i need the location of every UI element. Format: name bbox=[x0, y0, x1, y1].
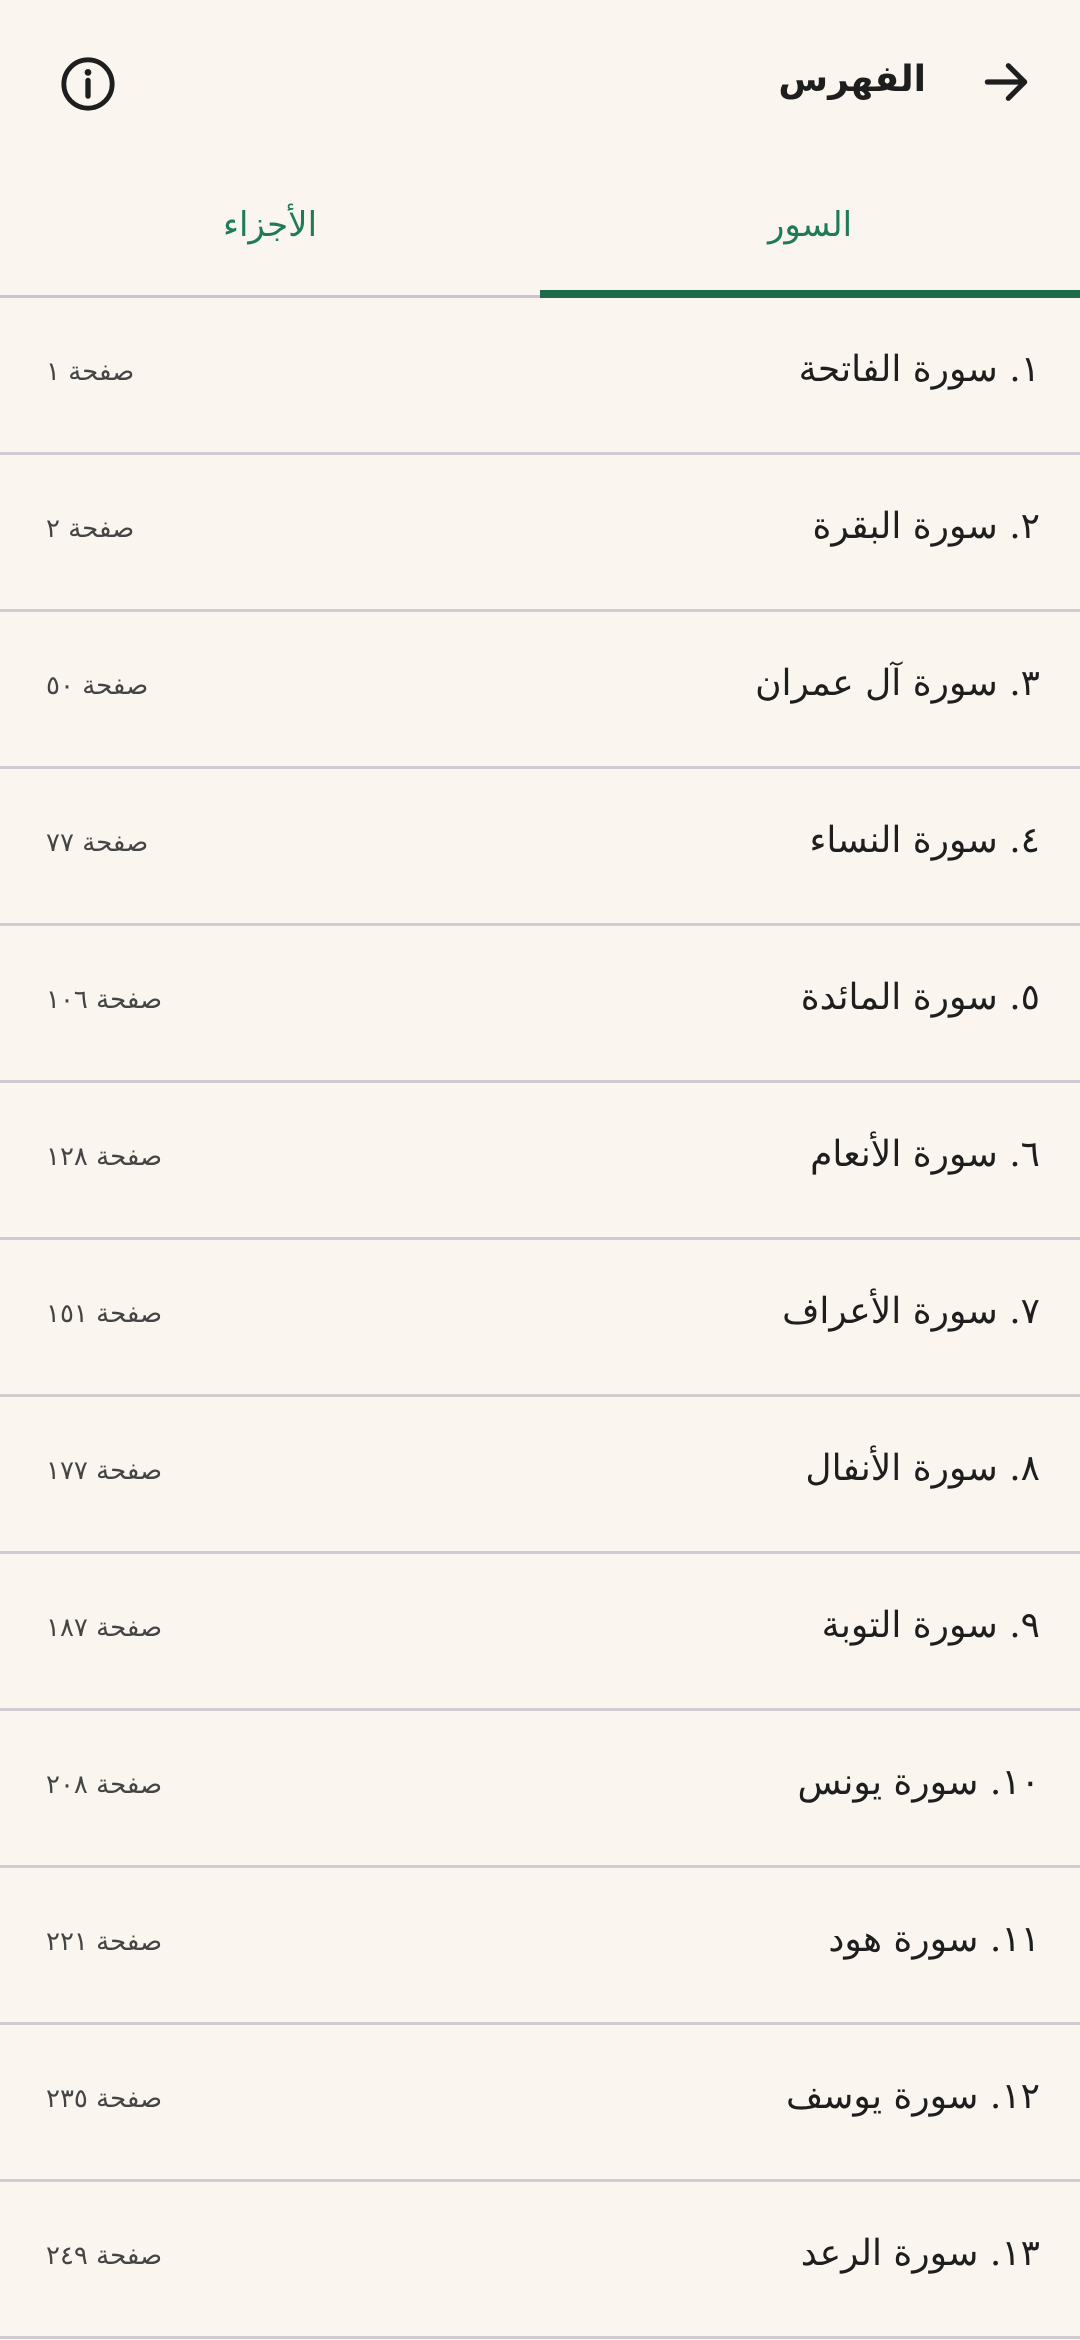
tab-juz[interactable]: الأجزاء bbox=[0, 163, 540, 295]
sura-page: صفحة ٢ bbox=[46, 514, 135, 544]
page-title: الفهرس bbox=[778, 59, 926, 100]
arrow-forward-icon bbox=[984, 63, 1028, 101]
sura-row[interactable]: ٦. سورة الأنعام صفحة ١٢٨ bbox=[0, 1083, 1080, 1240]
index-screen: الفهرس السور الأجزاء ١. سورة الفاتحة صفح… bbox=[0, 0, 1080, 2340]
sura-page: صفحة ٢٤٩ bbox=[46, 2241, 163, 2271]
info-button[interactable] bbox=[48, 46, 128, 122]
sura-name: ١٣. سورة الرعد bbox=[800, 2233, 1040, 2274]
sura-page: صفحة ٢٢١ bbox=[46, 1927, 163, 1957]
sura-row[interactable]: ٩. سورة التوبة صفحة ١٨٧ bbox=[0, 1554, 1080, 1711]
sura-name: ٨. سورة الأنفال bbox=[805, 1448, 1040, 1489]
sura-page: صفحة ١٠٦ bbox=[46, 985, 163, 1015]
sura-row[interactable]: ٧. سورة الأعراف صفحة ١٥١ bbox=[0, 1240, 1080, 1397]
sura-row[interactable]: ١٠. سورة يونس صفحة ٢٠٨ bbox=[0, 1711, 1080, 1868]
sura-row[interactable]: ٣. سورة آل عمران صفحة ٥٠ bbox=[0, 612, 1080, 769]
sura-row[interactable]: ١. سورة الفاتحة صفحة ١ bbox=[0, 298, 1080, 455]
sura-name: ٧. سورة الأعراف bbox=[782, 1291, 1040, 1332]
sura-page: صفحة ١٢٨ bbox=[46, 1142, 163, 1172]
sura-page: صفحة ١٨٧ bbox=[46, 1613, 163, 1643]
sura-row[interactable]: ٢. سورة البقرة صفحة ٢ bbox=[0, 455, 1080, 612]
back-button[interactable] bbox=[968, 44, 1044, 120]
sura-name: ١٢. سورة يوسف bbox=[785, 2076, 1040, 2117]
sura-row[interactable]: ١١. سورة هود صفحة ٢٢١ bbox=[0, 1868, 1080, 2025]
sura-page: صفحة ٢٣٥ bbox=[46, 2084, 163, 2114]
sura-list: ١. سورة الفاتحة صفحة ١ ٢. سورة البقرة صف… bbox=[0, 298, 1080, 2339]
sura-page: صفحة ١ bbox=[46, 357, 135, 387]
tab-bar: السور الأجزاء bbox=[0, 163, 1080, 298]
tab-suras[interactable]: السور bbox=[540, 163, 1080, 298]
sura-row[interactable]: ٤. سورة النساء صفحة ٧٧ bbox=[0, 769, 1080, 926]
top-app-bar: الفهرس bbox=[0, 0, 1080, 163]
sura-name: ٢. سورة البقرة bbox=[812, 506, 1040, 547]
sura-name: ٣. سورة آل عمران bbox=[755, 663, 1040, 704]
sura-page: صفحة ١٧٧ bbox=[46, 1456, 163, 1486]
sura-name: ١٠. سورة يونس bbox=[797, 1762, 1040, 1803]
sura-page: صفحة ٢٠٨ bbox=[46, 1770, 163, 1800]
sura-name: ٩. سورة التوبة bbox=[821, 1605, 1040, 1646]
info-circle-icon bbox=[61, 57, 115, 111]
sura-row[interactable]: ١٢. سورة يوسف صفحة ٢٣٥ bbox=[0, 2025, 1080, 2182]
sura-row[interactable]: ٨. سورة الأنفال صفحة ١٧٧ bbox=[0, 1397, 1080, 1554]
sura-page: صفحة ٧٧ bbox=[46, 828, 149, 858]
sura-name: ١. سورة الفاتحة bbox=[798, 349, 1040, 390]
sura-page: صفحة ٥٠ bbox=[46, 671, 149, 701]
sura-row[interactable]: ١٣. سورة الرعد صفحة ٢٤٩ bbox=[0, 2182, 1080, 2339]
sura-page: صفحة ١٥١ bbox=[46, 1299, 163, 1329]
sura-name: ٤. سورة النساء bbox=[809, 820, 1040, 861]
sura-name: ٥. سورة المائدة bbox=[800, 977, 1040, 1018]
sura-row[interactable]: ٥. سورة المائدة صفحة ١٠٦ bbox=[0, 926, 1080, 1083]
sura-name: ١١. سورة هود bbox=[828, 1919, 1040, 1960]
sura-name: ٦. سورة الأنعام bbox=[810, 1134, 1040, 1175]
